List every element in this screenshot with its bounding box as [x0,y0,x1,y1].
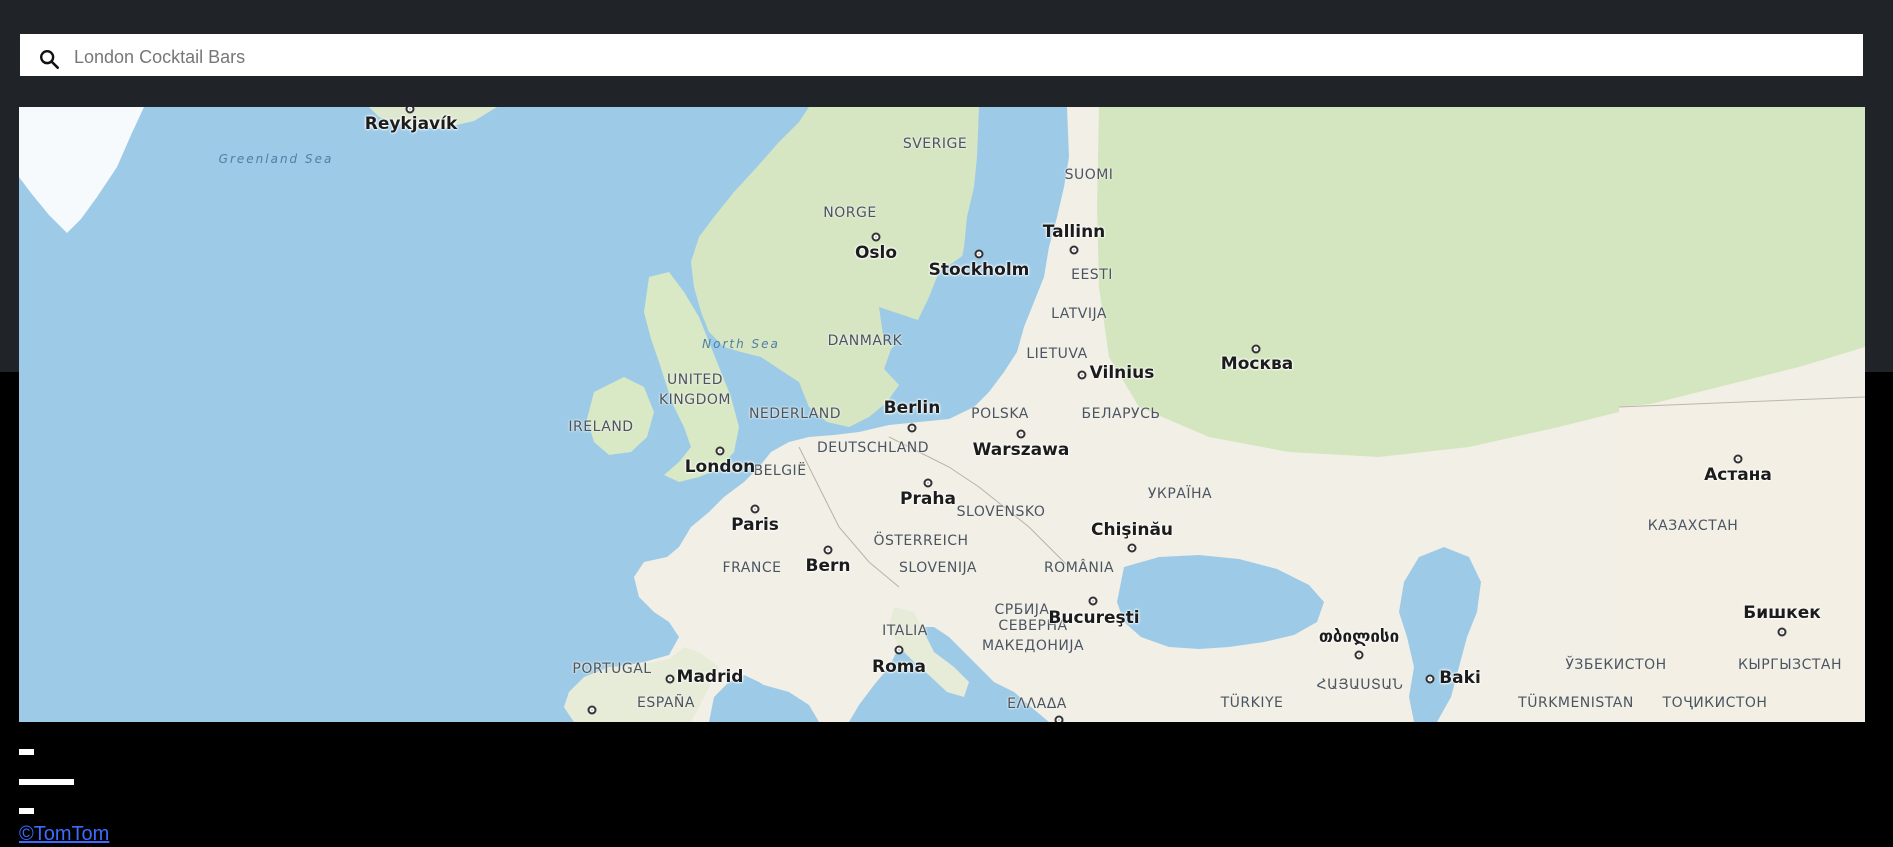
search-bar-underline [20,76,1863,84]
country-label-nederland: NEDERLAND [748,406,842,422]
city-marker-lisboa[interactable] [587,705,597,715]
country-label-deutschland: DEUTSCHLAND [816,440,930,456]
country-label-kyrgyzstan: КЫРГЫЗСТАН [1737,657,1843,673]
city-label-chisinau: Chişinău [1090,520,1174,540]
map-basemap [19,107,1865,722]
city-label-astana: Астана [1704,465,1772,485]
city-marker-moskva[interactable] [1251,344,1261,354]
city-marker-warszawa[interactable] [1016,429,1026,439]
city-marker-oslo[interactable] [871,232,881,242]
country-label-ireland: IRELAND [568,419,634,435]
city-label-praha: Praha [900,489,956,509]
country-label-france: FRANCE [722,560,782,576]
city-marker-chisinau[interactable] [1127,543,1137,553]
country-label-ukraina: УКРАЇНА [1147,486,1213,502]
city-label-reykjavik: Reykjavík [364,114,458,134]
country-label-united-kingdom: UNITED KINGDOM [658,372,732,408]
country-label-turkiye: TÜRKIYE [1220,695,1284,711]
country-label-belarus: БЕЛАРУСЬ [1081,406,1161,422]
city-marker-bern[interactable] [823,545,833,555]
city-label-vilnius: Vilnius [1089,363,1155,383]
city-marker-madrid[interactable] [665,674,675,684]
country-label-osterreich: ÖSTERREICH [873,533,969,549]
sea-label-north-sea: North Sea [702,337,780,351]
city-marker-vilnius[interactable] [1077,370,1087,380]
city-label-moskva: Москва [1220,354,1294,374]
city-label-oslo: Oslo [854,243,898,263]
city-label-london: London [684,457,756,477]
country-label-suomi: SUOMI [1064,167,1114,183]
city-label-tbilisi: თბილისი [1318,627,1400,647]
city-marker-tbilisi[interactable] [1354,650,1364,660]
tomtom-attribution-link[interactable]: ©TomTom [19,823,109,846]
city-marker-roma[interactable] [894,645,904,655]
city-marker-stockholm[interactable] [974,249,984,259]
city-label-paris: Paris [731,515,779,535]
city-label-bucuresti: Bucureşti [1048,608,1140,628]
zoom-out-button[interactable] [19,808,34,814]
country-label-ellada: ΕΛΛΑΔΑ [1007,696,1067,712]
sea-label-greenland-sea: Greenland Sea [218,152,334,166]
city-marker-berlin[interactable] [907,423,917,433]
country-label-lietuva: LIETUVA [1026,346,1088,362]
city-marker-athens[interactable] [1054,715,1064,722]
city-marker-praha[interactable] [923,478,933,488]
city-marker-baki[interactable] [1425,674,1435,684]
city-marker-paris[interactable] [750,504,760,514]
city-marker-london[interactable] [715,446,725,456]
country-label-sverige: SVERIGE [902,136,968,152]
country-label-hayastan: ՀԱՅԱՍՏԱՆ [1316,677,1404,693]
city-label-bern: Bern [805,556,851,576]
city-label-baki: Baki [1439,668,1481,688]
zoom-in-button[interactable] [19,749,34,755]
city-label-bishkek: Бишкек [1743,603,1821,623]
map-view[interactable]: Greenland Sea North Sea SVERIGE SUOMI NO… [19,107,1865,722]
country-label-eesti: EESTI [1071,267,1113,283]
country-label-uzbekistan: ЎЗБЕКИСТОН [1565,657,1667,673]
city-label-madrid: Madrid [676,667,744,687]
city-label-stockholm: Stockholm [928,260,1030,280]
country-label-italia: ITALIA [882,623,928,639]
country-label-turkmenistan: TÜRKMENISTAN [1518,695,1634,711]
country-label-latvija: LATVIJA [1051,306,1107,322]
city-label-berlin: Berlin [883,398,941,418]
country-label-kazakhstan: КАЗАХСТАН [1647,518,1739,534]
search-input[interactable] [72,43,1776,71]
city-label-warszawa: Warszawa [972,440,1070,460]
country-label-romania: ROMÂNIA [1043,560,1115,576]
search-icon [40,50,59,69]
zoom-level-control[interactable] [19,779,74,785]
city-marker-bishkek[interactable] [1777,627,1787,637]
city-marker-tallinn[interactable] [1069,245,1079,255]
country-label-polska: POLSKA [971,406,1029,422]
city-marker-astana[interactable] [1733,454,1743,464]
city-marker-bucuresti[interactable] [1088,596,1098,606]
country-label-espana: ESPAÑA [637,695,695,711]
country-label-danmark: DANMARK [827,333,903,349]
country-label-portugal: PORTUGAL [572,661,652,677]
country-label-slovensko: SLOVENSKO [956,504,1046,520]
search-bar[interactable] [19,33,1864,85]
country-label-tojikiston: ТОҶИКИСТОН [1662,695,1768,711]
city-label-tallinn: Tallinn [1042,222,1106,242]
country-label-norge: NORGE [823,205,877,221]
city-label-roma: Roma [872,657,926,677]
country-label-belgie: BELGIË [753,463,807,479]
country-label-slovenija: SLOVENIJA [899,560,977,576]
